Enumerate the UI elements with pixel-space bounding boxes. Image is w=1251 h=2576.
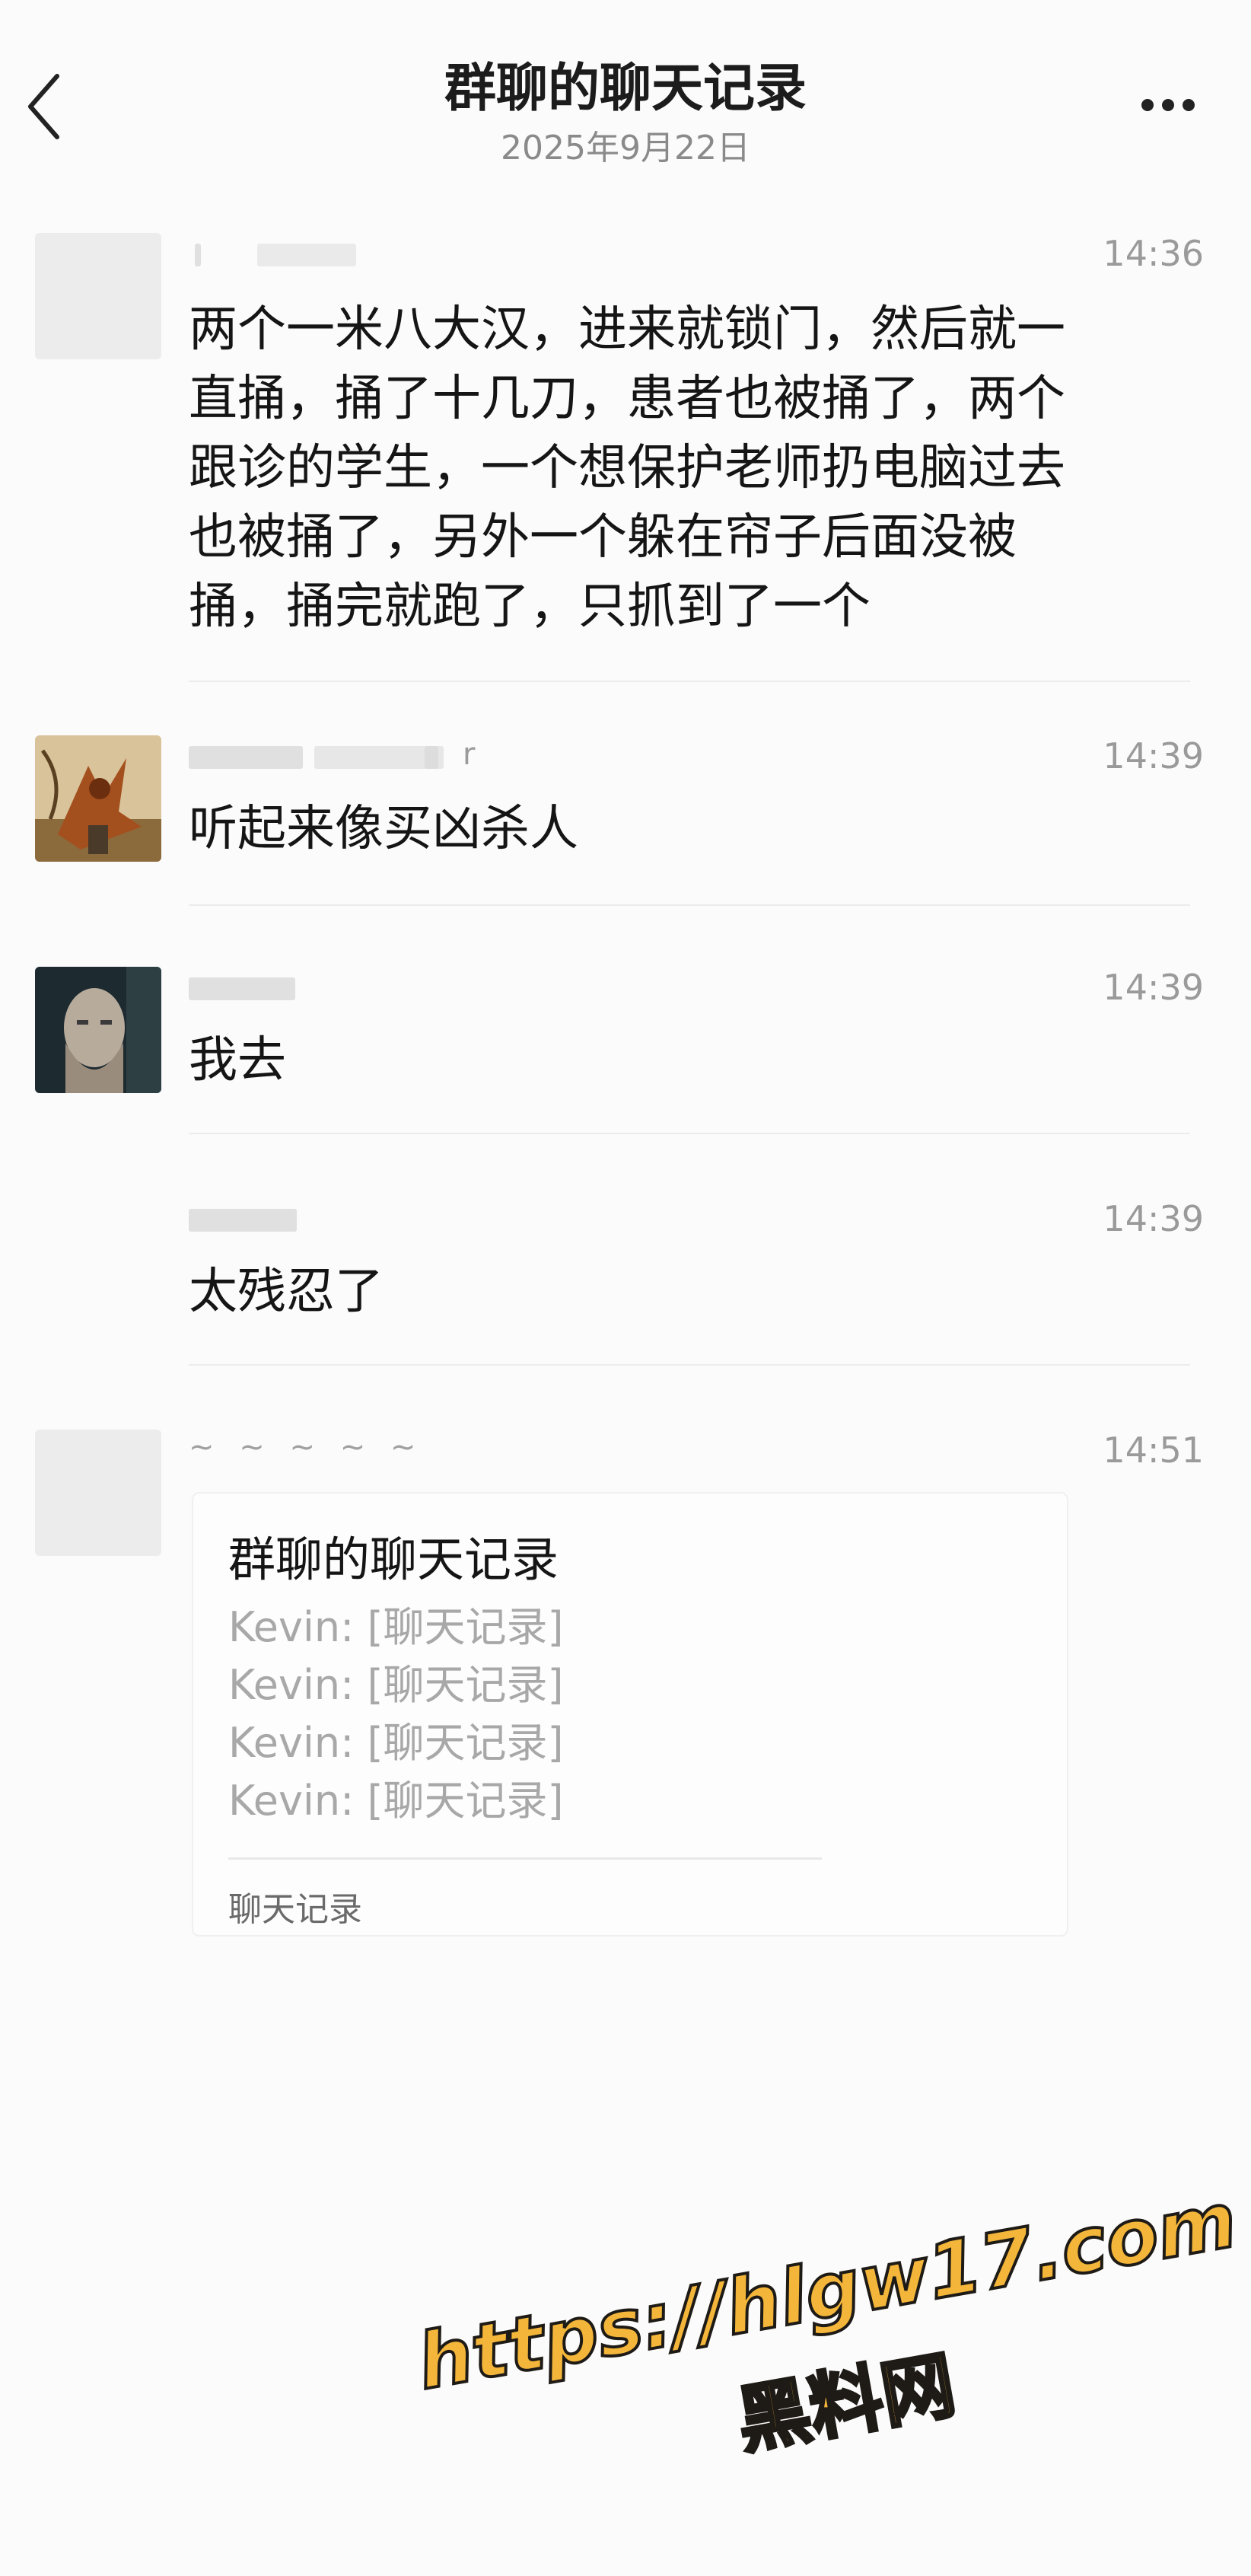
message-divider [189, 1133, 1190, 1134]
sender-name [189, 239, 584, 273]
message-divider [189, 681, 1190, 682]
blurred-name [195, 244, 201, 266]
message-divider [189, 904, 1190, 906]
message-text[interactable]: 我去 [189, 1026, 1178, 1095]
blurred-name [189, 1209, 297, 1232]
card-preview-line: Kevin: [聊天记录] [228, 1603, 564, 1651]
sender-name: r [189, 737, 584, 775]
card-footer-label: 聊天记录 [228, 1890, 362, 1929]
sender-visible-text: r [463, 737, 476, 772]
portrait-avatar-image [35, 967, 161, 1093]
message-time: 14:39 [1103, 1198, 1204, 1239]
dragon-avatar-image [35, 735, 161, 862]
card-title: 群聊的聊天记录 [228, 1532, 559, 1587]
avatar[interactable] [35, 1430, 161, 1556]
blurred-name [189, 977, 295, 1000]
card-preview-line: Kevin: [聊天记录] [228, 1719, 564, 1767]
page-title: 群聊的聊天记录 [444, 59, 807, 119]
avatar[interactable] [35, 735, 161, 862]
watermark: https://hlgw17.com 黑料网 [400, 2130, 1244, 2530]
card-preview-line: Kevin: [聊天记录] [228, 1777, 564, 1825]
more-horizontal-icon [1141, 99, 1154, 111]
message-time: 14:51 [1103, 1430, 1204, 1471]
message-time: 14:39 [1103, 735, 1204, 776]
sender-visible-text: ~ ~ ~ ~ ~ [189, 1430, 424, 1465]
avatar[interactable] [35, 967, 161, 1093]
more-button[interactable] [1134, 90, 1202, 120]
message-text[interactable]: 两个一米八大汉，进来就锁门，然后就一 直捅，捅了十几刀，患者也被捅了，两个 跟诊… [189, 295, 1178, 642]
sender-name [189, 1204, 584, 1238]
blurred-name [189, 746, 303, 769]
message-divider [189, 1364, 1190, 1366]
chat-header: 群聊的聊天记录 2025年9月22日 [0, 0, 1251, 183]
card-preview-lines: Kevin: [聊天记录] Kevin: [聊天记录] Kevin: [聊天记录… [228, 1599, 564, 1830]
avatar[interactable] [35, 233, 161, 359]
card-preview-line: Kevin: [聊天记录] [228, 1661, 564, 1709]
message-time: 14:36 [1103, 233, 1204, 274]
sender-name [189, 973, 584, 1006]
message-time: 14:39 [1103, 967, 1204, 1008]
card-divider [228, 1857, 822, 1860]
message-text[interactable]: 听起来像买凶杀人 [189, 795, 1178, 864]
message-text[interactable]: 太残忍了 [189, 1258, 1178, 1327]
sender-name: ~ ~ ~ ~ ~ [189, 1430, 584, 1469]
chat-record-card[interactable]: 群聊的聊天记录 Kevin: [聊天记录] Kevin: [聊天记录] Kevi… [192, 1492, 1068, 1937]
page-date: 2025年9月22日 [501, 129, 750, 167]
